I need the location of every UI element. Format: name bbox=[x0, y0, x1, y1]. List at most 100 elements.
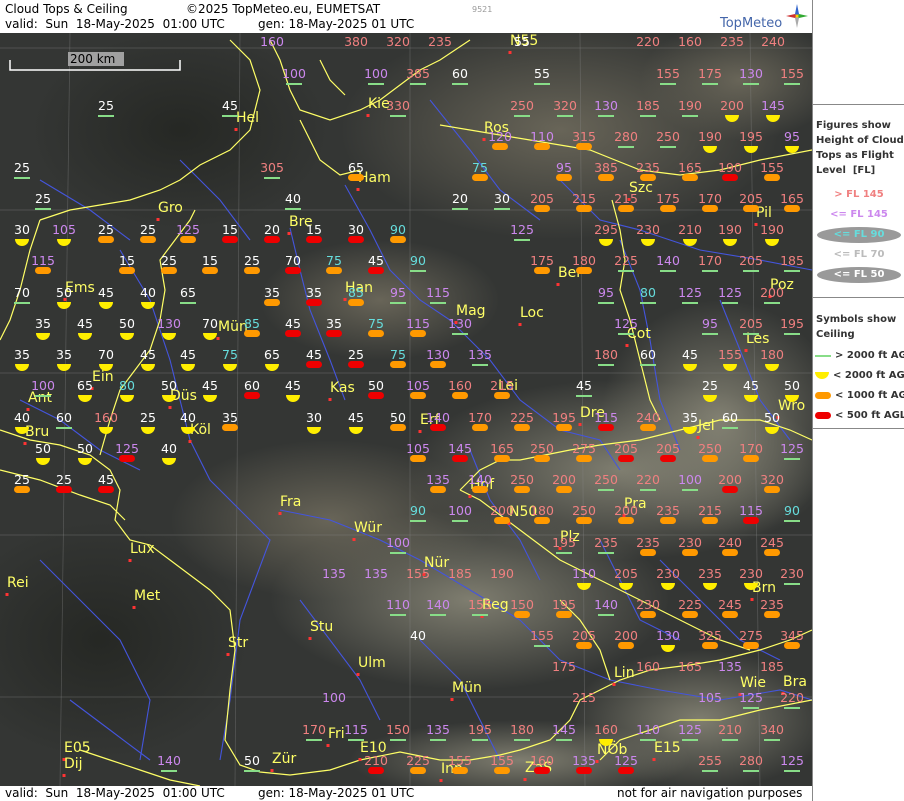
station-marker[interactable]: 45 bbox=[368, 253, 384, 274]
station-marker[interactable]: 45 bbox=[348, 410, 364, 434]
station-marker[interactable]: 130 bbox=[157, 316, 181, 340]
station-marker[interactable]: 75 bbox=[222, 347, 238, 371]
station-marker[interactable]: 40 bbox=[285, 191, 301, 210]
station-marker[interactable]: 60 bbox=[56, 410, 72, 429]
city-marker[interactable]: Fri bbox=[326, 726, 345, 747]
station-marker[interactable]: 35 bbox=[682, 410, 698, 434]
station-marker[interactable]: 85 bbox=[244, 316, 260, 337]
station-marker[interactable]: 380 bbox=[344, 34, 368, 49]
station-marker[interactable]: 95 bbox=[598, 285, 614, 304]
station-marker[interactable]: 50 bbox=[764, 410, 780, 434]
station-marker[interactable]: 100 bbox=[322, 690, 346, 705]
station-marker[interactable]: 25 bbox=[161, 253, 177, 274]
station-marker[interactable]: 125 bbox=[678, 285, 702, 304]
station-marker[interactable]: 165 bbox=[780, 191, 804, 212]
station-marker[interactable]: 240 bbox=[761, 34, 785, 49]
station-marker[interactable]: 125 bbox=[176, 222, 200, 243]
station-marker[interactable]: 50 bbox=[244, 753, 260, 772]
station-marker[interactable]: 155 bbox=[760, 160, 784, 181]
station-marker[interactable]: 75 bbox=[472, 160, 488, 181]
station-marker[interactable]: 40 bbox=[410, 628, 426, 643]
station-marker[interactable]: 55 bbox=[514, 34, 530, 49]
station-marker[interactable]: 30 bbox=[348, 222, 364, 243]
station-marker[interactable]: 35 bbox=[56, 347, 72, 371]
station-marker[interactable]: 25 bbox=[56, 472, 72, 493]
station-marker[interactable]: 235 bbox=[760, 597, 784, 618]
station-marker[interactable]: 85 bbox=[348, 285, 364, 306]
station-marker[interactable]: 35 bbox=[264, 285, 280, 306]
station-marker[interactable]: 65 bbox=[264, 347, 280, 371]
station-marker[interactable]: 25 bbox=[140, 222, 156, 243]
station-marker[interactable]: 220 bbox=[636, 34, 660, 49]
station-marker[interactable]: 45 bbox=[682, 347, 698, 371]
station-marker[interactable]: 185 bbox=[448, 566, 472, 581]
station-marker[interactable]: 25 bbox=[35, 191, 51, 210]
station-marker[interactable]: 225 bbox=[614, 253, 638, 272]
station-marker[interactable]: 25 bbox=[140, 410, 156, 434]
station-marker[interactable]: 155 bbox=[406, 566, 430, 581]
station-marker[interactable]: 45 bbox=[285, 378, 301, 402]
station-marker[interactable]: 65 bbox=[77, 378, 93, 402]
station-marker[interactable]: 45 bbox=[285, 316, 301, 337]
station-marker[interactable]: 130 bbox=[426, 347, 450, 368]
station-marker[interactable]: 35 bbox=[35, 316, 51, 340]
station-marker[interactable]: 160 bbox=[260, 34, 284, 49]
station-marker[interactable]: 345 bbox=[780, 628, 804, 649]
city-marker[interactable]: Dij bbox=[62, 756, 83, 777]
station-marker[interactable]: 35 bbox=[222, 410, 238, 431]
station-marker[interactable]: 160 bbox=[636, 659, 660, 674]
station-marker[interactable]: 105 bbox=[406, 378, 430, 399]
station-marker[interactable]: 50 bbox=[119, 316, 135, 340]
station-marker[interactable]: 25 bbox=[348, 347, 364, 368]
station-marker[interactable]: 45 bbox=[77, 316, 93, 340]
station-marker[interactable]: 320 bbox=[386, 34, 410, 49]
station-marker[interactable]: 325 bbox=[698, 628, 722, 649]
station-marker[interactable]: 135 bbox=[322, 566, 346, 581]
station-marker[interactable]: 15 bbox=[306, 222, 322, 243]
station-marker[interactable]: 235 bbox=[428, 34, 452, 49]
station-marker[interactable]: 165 bbox=[678, 659, 702, 674]
station-marker[interactable]: 60 bbox=[244, 378, 260, 399]
city-marker[interactable]: Mün bbox=[450, 680, 482, 701]
station-marker[interactable]: 245 bbox=[760, 535, 784, 556]
station-marker[interactable]: 175 bbox=[530, 253, 554, 274]
station-marker[interactable]: 25 bbox=[98, 222, 114, 243]
station-marker[interactable]: 75 bbox=[326, 253, 342, 274]
station-marker[interactable]: 25 bbox=[14, 160, 30, 179]
station-marker[interactable]: 25 bbox=[244, 253, 260, 274]
station-marker[interactable]: 70 bbox=[285, 253, 301, 274]
station-marker[interactable]: 35 bbox=[306, 285, 322, 306]
station-marker[interactable]: 45 bbox=[202, 378, 218, 402]
city-marker[interactable]: Ein bbox=[90, 369, 114, 390]
station-marker[interactable]: 50 bbox=[390, 410, 406, 431]
station-marker[interactable]: 45 bbox=[98, 285, 114, 309]
station-marker[interactable]: 50 bbox=[77, 441, 93, 465]
station-marker[interactable]: 45 bbox=[743, 378, 759, 402]
station-marker[interactable]: 50 bbox=[368, 378, 384, 399]
station-marker[interactable]: 15 bbox=[119, 253, 135, 274]
station-marker[interactable]: 40 bbox=[14, 410, 30, 434]
station-marker[interactable]: 190 bbox=[760, 222, 784, 246]
station-marker[interactable]: 20 bbox=[264, 222, 280, 243]
city-marker[interactable]: Ant bbox=[26, 390, 53, 411]
station-marker[interactable]: 235 bbox=[698, 566, 722, 590]
station-marker[interactable]: 135 bbox=[718, 659, 742, 674]
station-marker[interactable]: 160 bbox=[448, 378, 472, 399]
station-marker[interactable]: 15 bbox=[202, 253, 218, 274]
station-marker[interactable]: 45 bbox=[306, 347, 322, 368]
station-marker[interactable]: 50 bbox=[784, 378, 800, 402]
station-marker[interactable]: 65 bbox=[180, 285, 196, 304]
station-marker[interactable]: 200 bbox=[760, 285, 784, 304]
station-marker[interactable]: 30 bbox=[306, 410, 322, 434]
station-marker[interactable]: 240 bbox=[718, 535, 742, 556]
station-marker[interactable]: 230 bbox=[636, 222, 660, 246]
station-marker[interactable]: 105 bbox=[698, 690, 722, 705]
city-marker[interactable]: Zür bbox=[270, 751, 297, 772]
station-marker[interactable]: 140 bbox=[656, 253, 680, 272]
station-marker[interactable]: 40 bbox=[140, 285, 156, 309]
station-marker[interactable]: 115 bbox=[31, 253, 55, 274]
station-marker[interactable]: 210 bbox=[678, 222, 702, 246]
station-marker[interactable]: 215 bbox=[572, 690, 596, 705]
station-marker[interactable]: 185 bbox=[760, 659, 784, 674]
station-marker[interactable]: 80 bbox=[119, 378, 135, 402]
